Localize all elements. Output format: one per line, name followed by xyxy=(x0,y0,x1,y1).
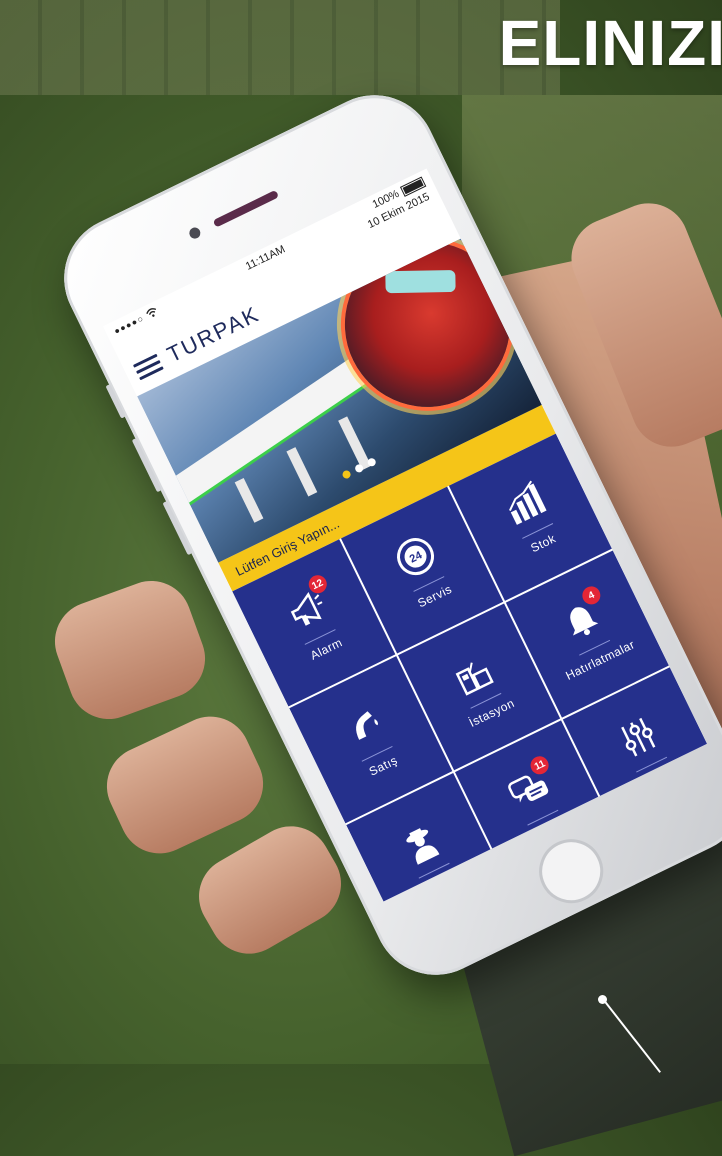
volume-down-button xyxy=(162,500,193,556)
megaphone-icon xyxy=(280,582,334,637)
tile-label: Ayarlar xyxy=(635,761,679,792)
tile-label: Dedektif xyxy=(415,865,465,900)
bell-icon xyxy=(554,593,608,648)
earpiece-speaker xyxy=(212,189,280,228)
fuel-nozzle-icon xyxy=(337,699,391,754)
tile-label: İstasyon xyxy=(466,695,517,730)
sliders-icon xyxy=(611,710,665,765)
carousel-dot[interactable] xyxy=(353,463,365,474)
front-camera xyxy=(187,225,203,241)
wifi-icon xyxy=(144,305,160,322)
station-pump-icon xyxy=(446,646,500,701)
nozzle-shape xyxy=(385,269,456,294)
mute-switch xyxy=(105,384,126,419)
headline-text: ELINIZI xyxy=(498,7,722,79)
service-24-icon: 24 xyxy=(389,529,443,584)
volume-up-button xyxy=(131,437,162,493)
hand-finger xyxy=(93,703,277,867)
tile-label: Stok xyxy=(528,530,558,555)
hand-finger xyxy=(43,569,217,731)
background-building xyxy=(0,0,560,95)
detective-icon xyxy=(394,816,448,871)
hamburger-menu-icon[interactable] xyxy=(132,353,164,380)
chat-bubbles-icon xyxy=(503,763,557,818)
bar-chart-icon xyxy=(497,476,551,531)
